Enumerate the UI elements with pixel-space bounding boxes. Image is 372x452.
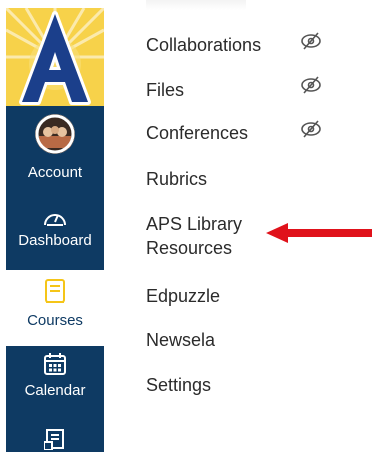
eye-slash-icon [301,76,321,94]
course-nav-aps-library-resources[interactable]: APS Library Resources [146,212,242,260]
speedometer-icon [44,214,66,226]
inbox-icon [44,429,64,450]
course-nav-settings[interactable]: Settings [146,373,211,397]
avatar[interactable] [35,114,75,154]
course-nav-edpuzzle[interactable]: Edpuzzle [146,284,220,308]
course-nav-newsela[interactable]: Newsela [146,328,215,352]
book-icon [45,279,65,303]
nav-item-calendar[interactable]: Calendar [6,352,104,416]
school-logo[interactable] [6,8,104,106]
nav-label-account: Account [27,164,83,181]
red-arrow-annotation [266,223,372,243]
logo-image [6,8,104,106]
nav-item-account[interactable]: Account [6,164,104,188]
nav-label-courses: Courses [27,312,83,329]
course-nav-files[interactable]: Files [146,78,184,102]
eye-slash-icon [301,32,321,50]
course-nav-collaborations[interactable]: Collaborations [146,33,261,57]
course-nav-aps-library-line1: APS Library [146,214,243,234]
nav-item-dashboard[interactable]: Dashboard [6,206,104,266]
course-nav-conferences[interactable]: Conferences [146,121,248,145]
cut-off-item [146,0,246,10]
avatar-photo [35,114,75,154]
nav-label-dashboard: Dashboard [18,232,92,249]
canvas-page: Account Dashboard Courses Calendar Colla… [0,0,372,452]
course-nav-rubrics[interactable]: Rubrics [146,167,207,191]
course-nav-aps-library-line2: Resources [146,238,233,258]
nav-label-calendar: Calendar [24,382,86,399]
nav-item-courses[interactable]: Courses [6,270,104,346]
nav-item-inbox[interactable] [6,428,104,452]
calendar-icon [44,353,66,375]
eye-slash-icon [301,120,321,138]
global-navigation: Account Dashboard Courses Calendar [0,0,110,452]
